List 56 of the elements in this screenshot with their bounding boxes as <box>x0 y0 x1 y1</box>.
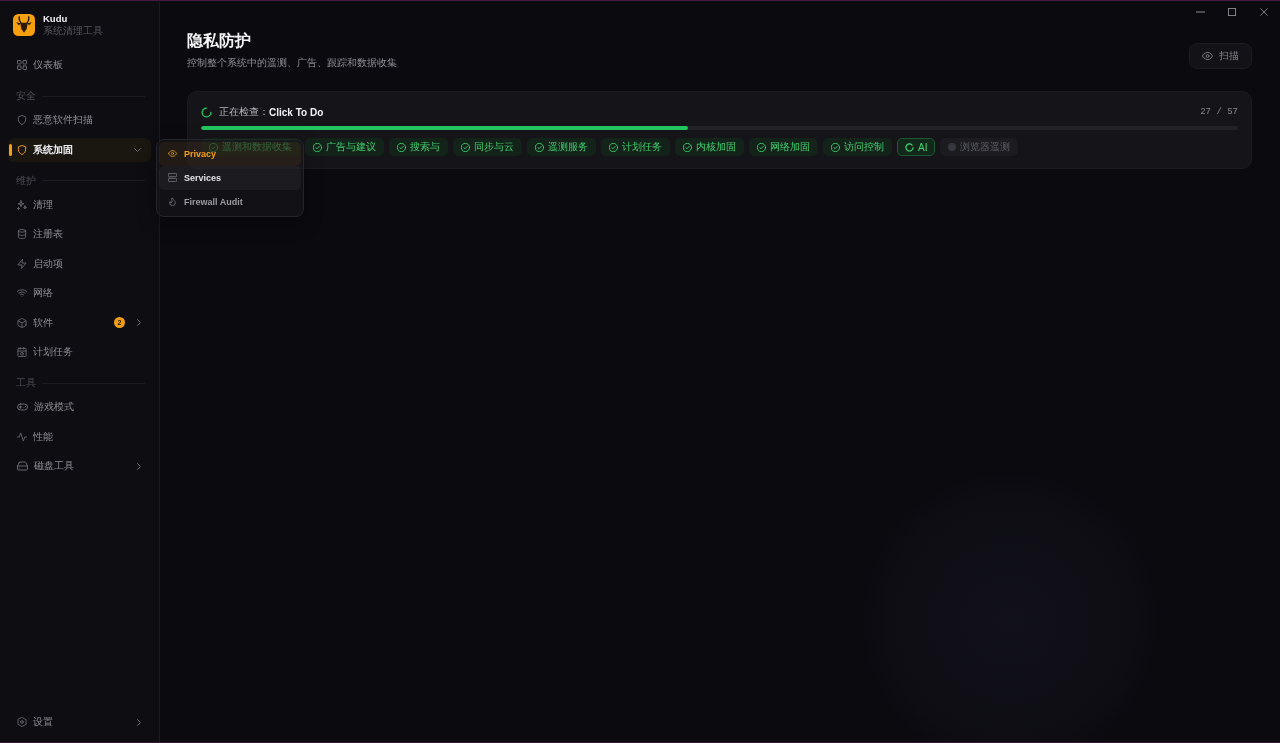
check-circle-icon <box>831 142 840 152</box>
cube-icon <box>17 317 27 328</box>
current-item: Click To Do <box>269 106 324 118</box>
nav-item[interactable]: 设置 <box>8 710 151 734</box>
check-circle-icon <box>461 142 470 152</box>
drive-icon <box>17 461 28 471</box>
check-circle-icon <box>313 142 322 152</box>
nav-item[interactable]: 仪表板 <box>8 53 151 77</box>
app-name: Kudu <box>43 13 69 24</box>
settings-icon <box>17 717 27 727</box>
nav-item[interactable]: 计划任务 <box>8 340 151 364</box>
lightning-icon <box>17 258 27 269</box>
close-icon <box>1260 8 1268 16</box>
nav-item[interactable]: 网络 <box>8 281 151 305</box>
check-circle-icon <box>397 142 406 152</box>
check-circle-icon <box>683 142 692 152</box>
status-label: 正在检查： <box>219 105 269 119</box>
category-label: 遥测服务 <box>548 140 588 154</box>
check-circle-icon <box>609 142 618 152</box>
shield-icon <box>17 144 27 155</box>
check-circle-icon <box>757 142 766 152</box>
database-icon <box>17 229 27 239</box>
sparkle-icon <box>17 199 27 210</box>
progress-count: 27 / 57 <box>1200 107 1238 117</box>
section-heading: 安全 <box>16 89 36 103</box>
nav-item[interactable]: 启动项 <box>8 251 151 276</box>
nav-item[interactable]: 注册表 <box>8 222 151 246</box>
category-label: 搜索与 <box>410 140 440 154</box>
pulse-icon <box>17 431 27 442</box>
active-indicator <box>9 143 12 156</box>
category-label: 同步与云 <box>474 140 514 154</box>
dot-icon <box>948 143 957 151</box>
spinner-icon <box>201 106 212 118</box>
page-title: 隐私防护 <box>187 31 252 51</box>
check-circle-icon <box>535 142 544 152</box>
category-label: 内核加固 <box>696 140 736 154</box>
category-label: 广告与建议 <box>326 140 376 154</box>
grid-icon <box>17 60 27 70</box>
category-label: 计划任务 <box>622 140 662 154</box>
category-label: AI <box>918 141 928 153</box>
category-label: 访问控制 <box>844 140 884 154</box>
minimize-icon <box>1195 11 1205 13</box>
calendar-icon <box>17 347 27 357</box>
spinner-icon <box>905 142 914 152</box>
maximize-icon <box>1228 8 1236 16</box>
wifi-icon <box>17 288 27 298</box>
nav-item[interactable]: 磁盘工具 <box>8 454 151 478</box>
category-label: 网络加固 <box>770 140 810 154</box>
nav-item[interactable]: 游戏模式 <box>8 395 151 419</box>
nav-item[interactable]: 恶意软件扫描 <box>8 108 151 132</box>
eye-icon <box>1202 51 1213 61</box>
shield-icon <box>17 115 27 125</box>
gamepad-icon <box>17 402 28 412</box>
nav-item[interactable]: 性能 <box>8 424 151 449</box>
page-subtitle: 控制整个系统中的遥测、广告、跟踪和数据收集 <box>187 57 397 69</box>
horned-head-logo-icon <box>13 14 35 36</box>
